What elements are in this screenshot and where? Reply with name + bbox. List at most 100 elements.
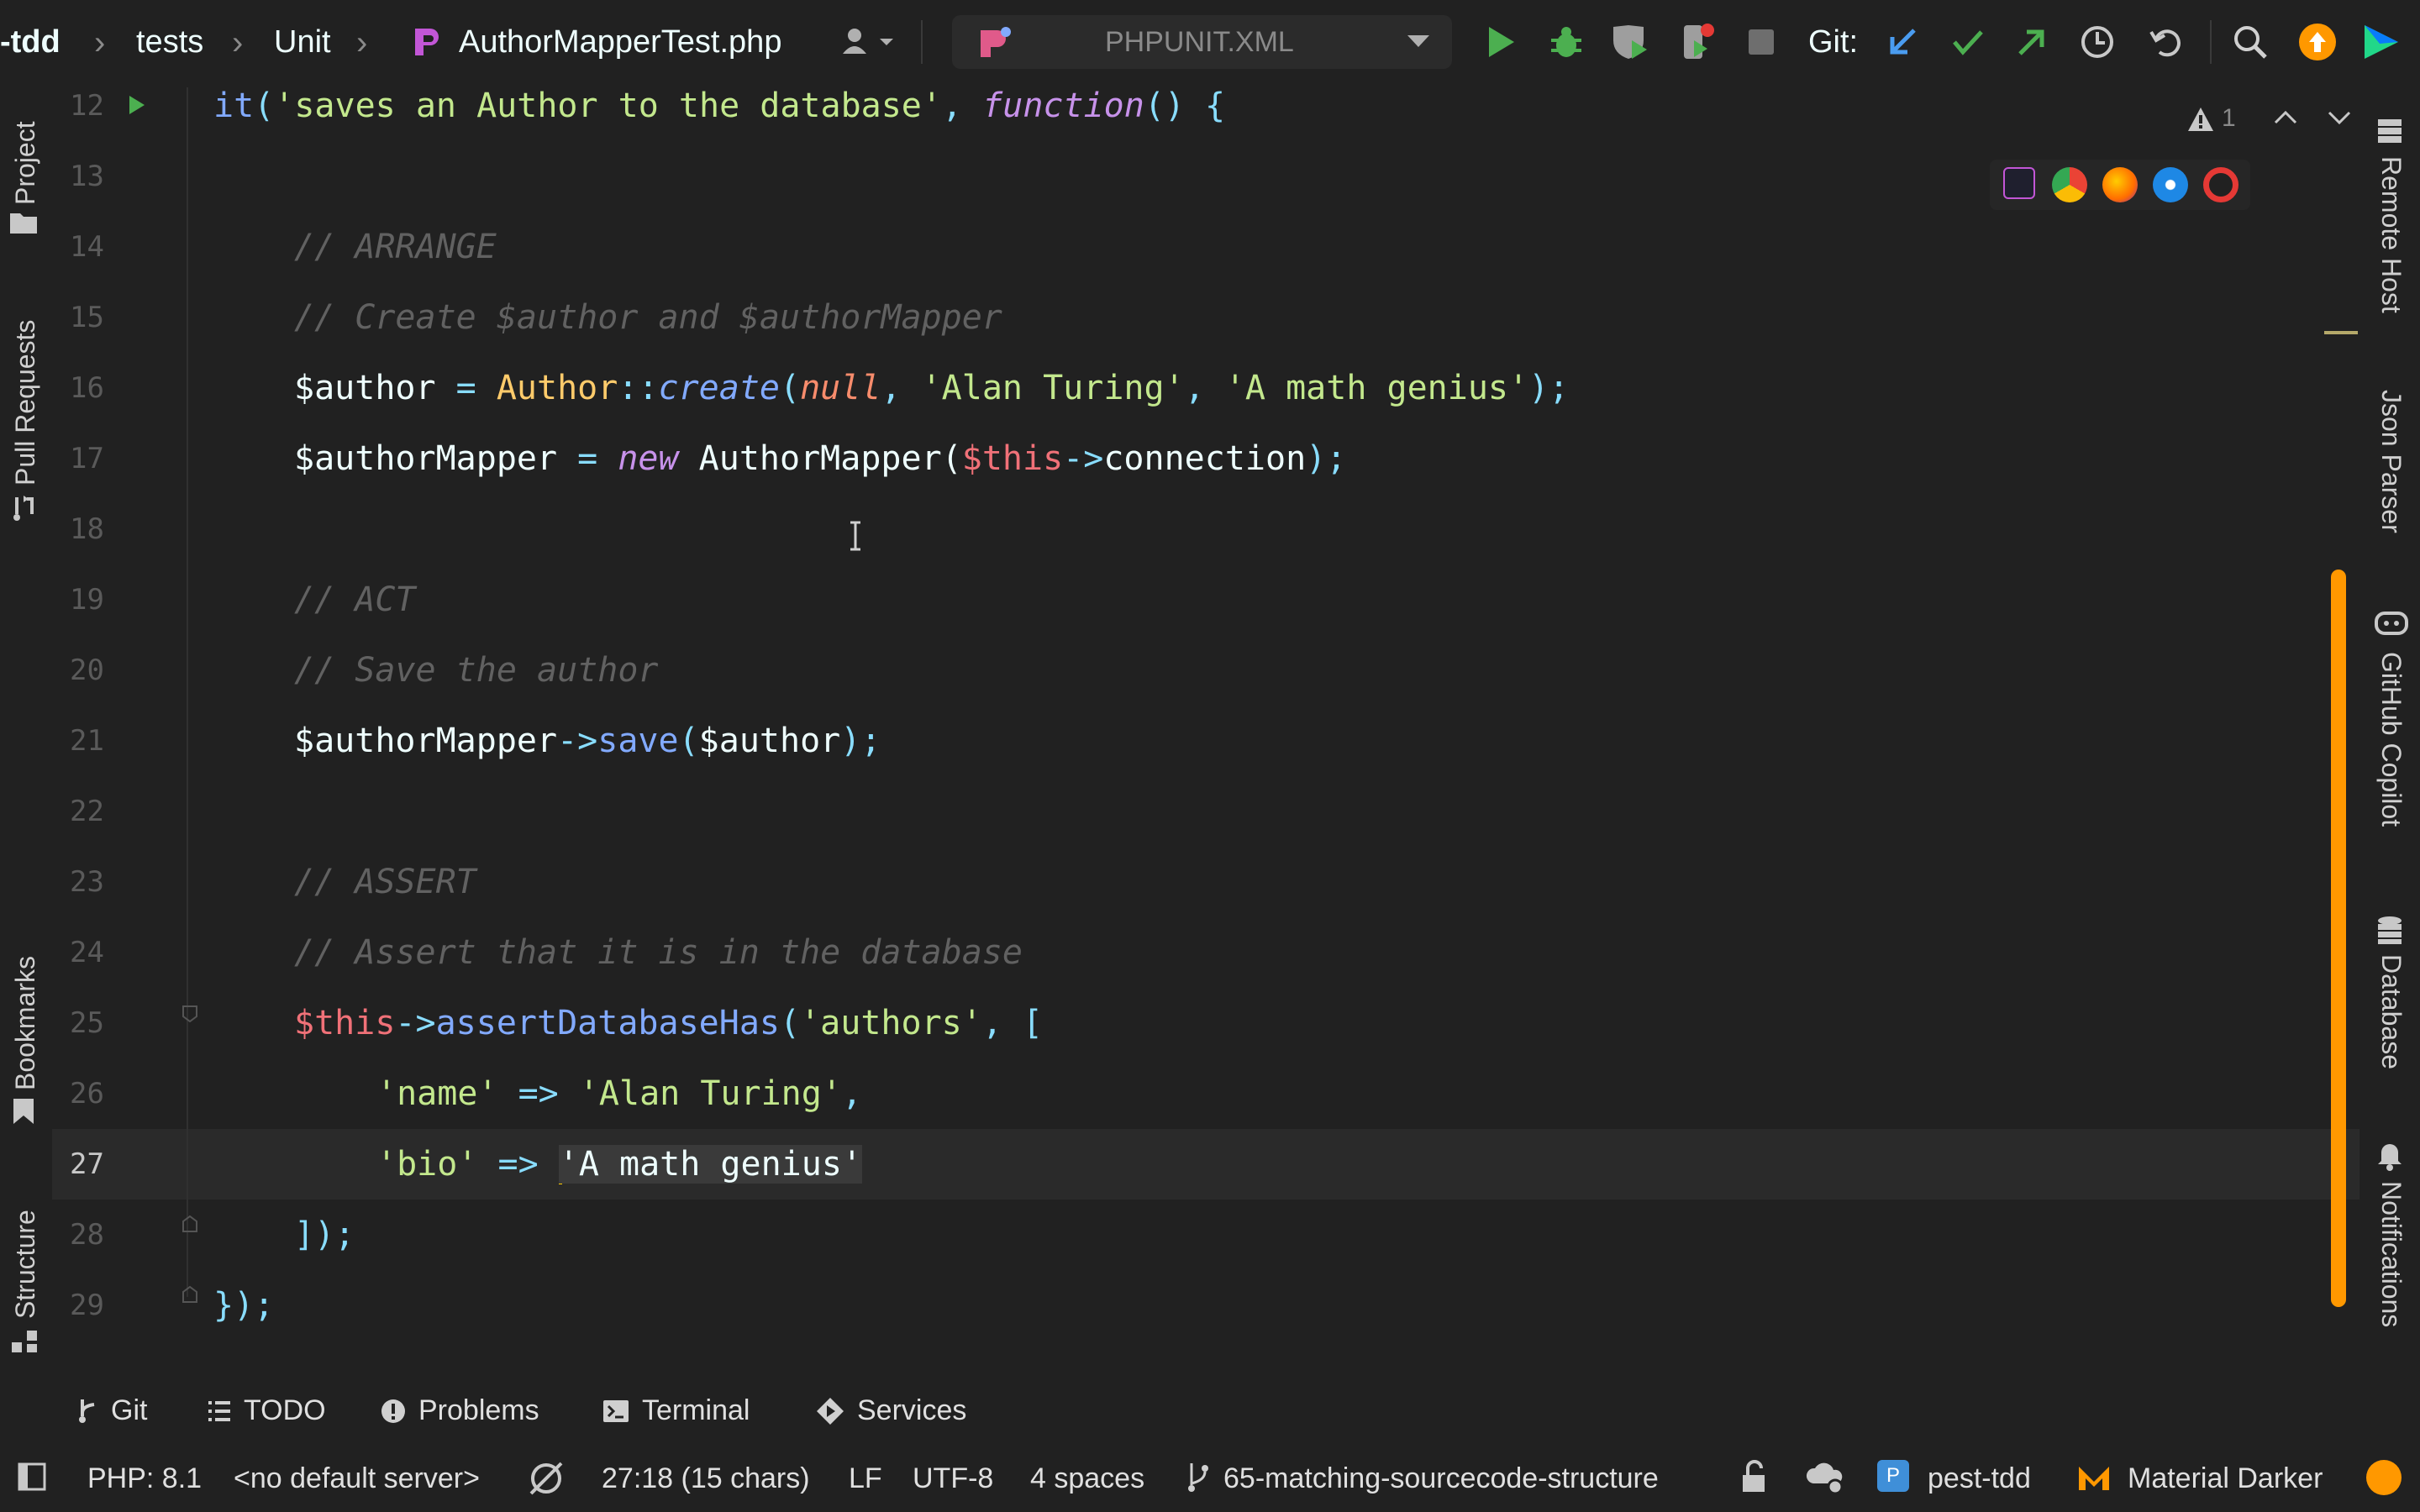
problems-icon [381,1399,405,1423]
inspection-widget[interactable]: 1 [2186,104,2360,138]
lock-open-icon[interactable] [1739,1460,1768,1498]
run-test-gutter-icon[interactable] [128,94,146,120]
chevron-down-icon[interactable] [2328,109,2351,126]
tab-git[interactable]: Git [77,1394,147,1427]
memory-indicator-icon[interactable] [2366,1460,2402,1495]
search-icon[interactable] [2227,18,2274,66]
tool-window-bookmarks[interactable]: Bookmarks [10,956,41,1090]
run-config-icon [977,25,1014,59]
line-number: 14 [70,230,104,264]
breadcrumb-file[interactable]: AuthorMapperTest.php [459,22,781,62]
code-text: $author = Author::create(null, 'Alan Tur… [294,369,1570,407]
code-line: 21 $authorMapper->save($author); [52,706,2360,776]
tool-window-notifications[interactable]: Notifications [2375,1181,2407,1327]
firefox-icon[interactable] [2102,167,2138,202]
update-icon[interactable] [2294,18,2341,66]
code-text: 'bio' => 'A math genius' [376,1145,862,1184]
chrome-icon[interactable] [2052,167,2087,202]
tool-window-remote-host[interactable]: Remote Host [2375,156,2407,313]
tool-windows-toggle-icon[interactable] [17,1462,47,1496]
code-editor[interactable]: 12 it('saves an Author to the database',… [52,84,2360,1394]
run-configuration-select[interactable]: PHPUNIT.XML [952,15,1452,69]
breadcrumb-folder-tests[interactable]: tests [136,22,203,62]
safari-icon[interactable] [2153,167,2188,202]
tab-terminal[interactable]: Terminal [602,1394,750,1427]
git-label: Git: [1808,24,1859,60]
coverage-icon[interactable] [1607,18,1654,66]
text-cursor-icon [849,521,862,555]
breadcrumb-folder-unit[interactable]: Unit [274,22,331,62]
git-branch[interactable]: 65-matching-sourcecode-structure [1223,1462,1659,1495]
code-line: 26 'name' => 'Alan Turing', [52,1058,2360,1129]
line-number: 13 [70,160,104,193]
file-encoding[interactable]: UTF-8 [913,1462,993,1495]
stop-icon[interactable] [1738,18,1785,66]
project-name[interactable]: pest-tdd [1928,1462,2031,1495]
tool-window-pull-requests[interactable]: Pull Requests [10,320,41,486]
user-dropdown-icon[interactable] [832,18,908,66]
terminal-icon [603,1399,629,1422]
editor-scrollbar[interactable] [2331,570,2346,1307]
tool-window-github-copilot[interactable]: GitHub Copilot [2375,652,2407,827]
code-text: $authorMapper = new AuthorMapper($this->… [294,439,1347,478]
code-line: 25 $this->assertDatabaseHas('authors', [ [52,988,2360,1058]
caret-position[interactable]: 27:18 (15 chars) [602,1462,810,1495]
line-number: 12 [70,89,104,123]
services-icon [817,1397,844,1425]
breadcrumb-separator: › [232,24,244,61]
pull-request-icon [10,494,39,527]
theme-name[interactable]: Material Darker [2128,1462,2323,1495]
profiler-icon[interactable] [1672,18,1719,66]
line-number: 27 [70,1147,104,1181]
tool-window-json-parser[interactable]: Json Parser [2375,390,2407,533]
git-commit-icon[interactable] [1944,18,1991,66]
phpstorm-browser-icon[interactable] [2003,167,2035,199]
tab-todo[interactable]: TODO [207,1394,326,1427]
code-text: $authorMapper->save($author); [294,722,881,760]
tool-window-project[interactable]: Project [10,121,41,205]
toolbar-divider [921,20,923,64]
git-update-icon[interactable] [1879,18,1926,66]
code-line: 14 // ARRANGE [52,212,2360,282]
code-line-current: 27 'bio' => 'A math genius' [52,1129,2360,1200]
code-text: }); [213,1286,275,1325]
scroll-marker [2324,331,2358,334]
code-comment: // ASSERT [294,863,476,901]
line-separator[interactable]: LF [849,1462,882,1495]
bell-icon [2376,1142,2403,1175]
jetbrains-toolbox-icon[interactable] [2358,18,2405,66]
code-line: 18 [52,494,2360,564]
chevron-up-icon[interactable] [2274,109,2297,126]
debug-icon[interactable] [1543,18,1590,66]
git-branch-icon [79,1399,95,1423]
fold-marker-icon[interactable] [182,1215,198,1237]
chevron-down-icon [1406,34,1431,55]
history-icon[interactable] [2074,18,2121,66]
fold-marker-icon[interactable] [182,1285,198,1308]
rollback-icon[interactable] [2143,18,2190,66]
line-number: 29 [70,1289,104,1322]
tab-problems[interactable]: Problems [380,1394,539,1427]
git-push-icon[interactable] [2008,18,2055,66]
no-network-icon[interactable] [526,1460,566,1501]
code-line: 20 // Save the author [52,635,2360,706]
run-icon[interactable] [1477,18,1524,66]
php-version[interactable]: PHP: 8.1 [87,1462,202,1495]
tool-window-database[interactable]: Database [2375,954,2407,1069]
line-number: 20 [70,654,104,687]
code-text: 'name' => 'Alan Turing', [376,1074,862,1113]
default-server[interactable]: <no default server> [234,1462,480,1495]
material-theme-icon [2077,1463,2111,1496]
status-bar: PHP: 8.1 <no default server> 27:18 (15 c… [0,1445,2420,1512]
left-tool-strip: Project Pull Requests Bookmarks Structur… [0,84,50,1394]
tab-services[interactable]: Services [815,1394,966,1427]
code-comment: // Save the author [294,651,659,690]
tool-window-structure[interactable]: Structure [10,1210,41,1319]
cloud-settings-icon[interactable] [1805,1458,1845,1499]
fold-marker-icon[interactable] [182,1005,198,1027]
indent-setting[interactable]: 4 spaces [1030,1462,1144,1495]
breadcrumb-project[interactable]: -tdd [0,22,60,62]
opera-icon[interactable] [2203,167,2238,202]
git-branch-icon [1186,1462,1210,1498]
warning-count: 1 [2222,104,2236,132]
